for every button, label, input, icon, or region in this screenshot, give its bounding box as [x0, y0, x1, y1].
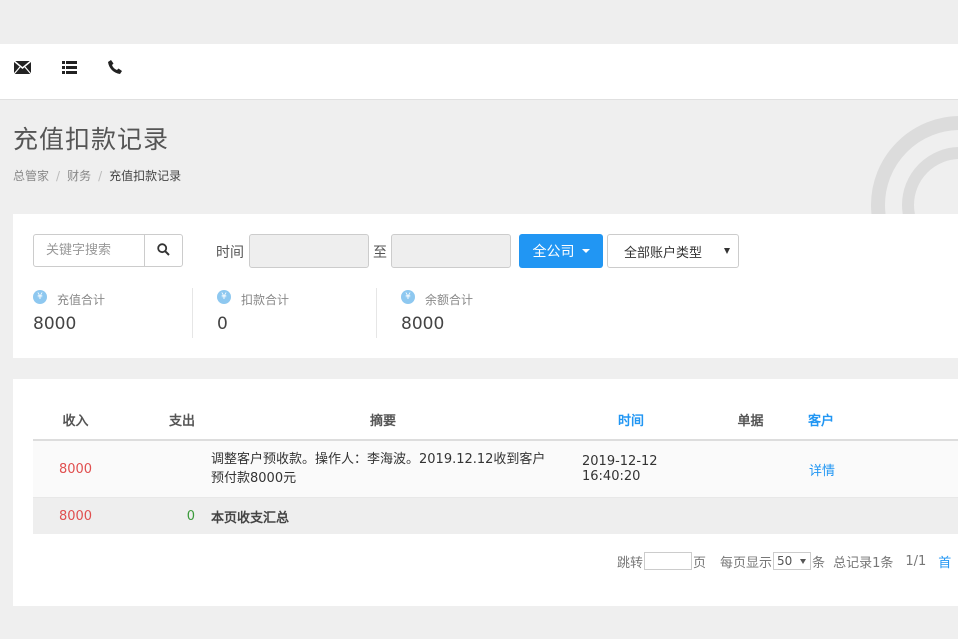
- per-page-label: 每页显示: [720, 555, 773, 571]
- page-unit-label: 页: [693, 555, 707, 571]
- stat-value: 8000: [33, 314, 77, 334]
- page-title: 充值扣款记录: [13, 125, 170, 154]
- start-date-input[interactable]: [249, 234, 369, 268]
- breadcrumb-item-finance[interactable]: 财务: [67, 169, 91, 183]
- stat-balance-total: ¥ 余额合计 8000: [401, 288, 571, 340]
- caret-down-icon: [581, 249, 590, 253]
- phone-icon[interactable]: [106, 58, 124, 76]
- jump-page-input[interactable]: [644, 552, 693, 570]
- company-dropdown-button[interactable]: 全公司: [519, 234, 603, 268]
- select-arrow-icon: [724, 248, 730, 254]
- stat-label: 充值合计: [57, 293, 106, 307]
- expense-cell: [118, 440, 203, 498]
- stat-value: 0: [217, 314, 228, 334]
- breadcrumb-separator: /: [98, 169, 103, 183]
- table-row: 8000 调整客户预收款。操作人：李海波。2019.12.12收到客户 预付款8…: [33, 440, 958, 498]
- column-header-income: 收入: [33, 399, 118, 441]
- to-label: 至: [373, 245, 387, 261]
- breadcrumb-item-home[interactable]: 总管家: [13, 169, 49, 183]
- column-header-time[interactable]: 时间: [563, 399, 708, 441]
- records-panel: 收入 支出 摘要 时间 单据 客户 8000 调整客户预收款。操作人：李海波。2…: [13, 379, 958, 606]
- top-strip: [0, 0, 958, 44]
- time-cell: 2019-12-12 16:40:20: [563, 440, 708, 498]
- time-label: 时间: [216, 245, 244, 261]
- watermark-circle-icon: [860, 110, 958, 214]
- end-date-input[interactable]: [391, 234, 511, 268]
- pagination: 跳转 页 每页显示 50 条 总记录1条 1/1 首: [617, 551, 958, 571]
- summary-empty-cell: [883, 497, 958, 534]
- detail-link[interactable]: 详情: [809, 464, 835, 479]
- account-type-label: 全部账户类型: [624, 245, 703, 261]
- stat-recharge-total: ¥ 充值合计 8000: [33, 288, 203, 340]
- summary-row: 8000 0 本页收支汇总: [33, 497, 958, 534]
- summary-cell: 调整客户预收款。操作人：李海波。2019.12.12收到客户 预付款8000元: [203, 440, 563, 498]
- select-arrow-icon: [800, 559, 807, 564]
- summary-empty-cell: [793, 497, 883, 534]
- stat-label: 扣款合计: [241, 293, 290, 307]
- voucher-cell: [708, 440, 793, 498]
- records-table: 收入 支出 摘要 时间 单据 客户 8000 调整客户预收款。操作人：李海波。2…: [33, 399, 958, 534]
- summary-empty-cell: [563, 497, 708, 534]
- income-cell: 8000: [33, 440, 118, 498]
- account-type-select[interactable]: 全部账户类型: [607, 234, 739, 268]
- summary-empty-cell: [708, 497, 793, 534]
- page-size-value: 50: [777, 554, 793, 568]
- stat-deduction-total: ¥ 扣款合计 0: [217, 288, 387, 340]
- total-records: 总记录1条: [833, 555, 894, 571]
- envelope-icon[interactable]: [13, 58, 31, 76]
- first-page-link[interactable]: 首: [938, 552, 951, 571]
- search-button[interactable]: [144, 234, 183, 267]
- page-info: 1/1: [905, 553, 927, 569]
- stat-divider: [192, 288, 193, 338]
- yen-coin-icon: ¥: [217, 290, 231, 304]
- per-page-unit-label: 条: [812, 555, 826, 571]
- column-header-voucher: 单据: [708, 399, 793, 441]
- summary-expense-cell: 0: [118, 497, 203, 534]
- summary-income-cell: 8000: [33, 497, 118, 534]
- stat-divider: [376, 288, 377, 338]
- yen-coin-icon: ¥: [401, 290, 415, 304]
- summary-line: 调整客户预收款。操作人：李海波。2019.12.12收到客户: [211, 452, 546, 467]
- list-icon[interactable]: [60, 58, 78, 76]
- search-input[interactable]: [33, 234, 145, 267]
- stat-label: 余额合计: [425, 293, 474, 307]
- column-header-summary: 摘要: [203, 399, 563, 441]
- page-size-select[interactable]: 50: [773, 552, 812, 570]
- column-header-extra: [883, 399, 958, 441]
- breadcrumb-separator: /: [56, 169, 61, 183]
- summary-line: 预付款8000元: [211, 471, 297, 486]
- table-header-row: 收入 支出 摘要 时间 单据 客户: [33, 399, 958, 441]
- filter-panel: 时间 至 全公司 全部账户类型 ¥ 充值合计 8000 ¥ 扣款合计 0 ¥ 余…: [13, 214, 958, 358]
- breadcrumb-item-current: 充值扣款记录: [109, 169, 182, 183]
- top-navbar: [0, 44, 958, 100]
- stat-value: 8000: [401, 314, 445, 334]
- yen-coin-icon: ¥: [33, 290, 47, 304]
- extra-cell: [883, 440, 958, 498]
- jump-label: 跳转: [617, 555, 644, 571]
- summary-label-cell: 本页收支汇总: [203, 497, 563, 534]
- search-icon: [157, 241, 170, 260]
- breadcrumb: 总管家 / 财务 / 充值扣款记录: [13, 167, 181, 184]
- company-dropdown-label: 全公司: [532, 244, 575, 260]
- customer-cell: 详情: [793, 440, 883, 498]
- column-header-expense: 支出: [118, 399, 203, 441]
- column-header-customer[interactable]: 客户: [793, 399, 883, 441]
